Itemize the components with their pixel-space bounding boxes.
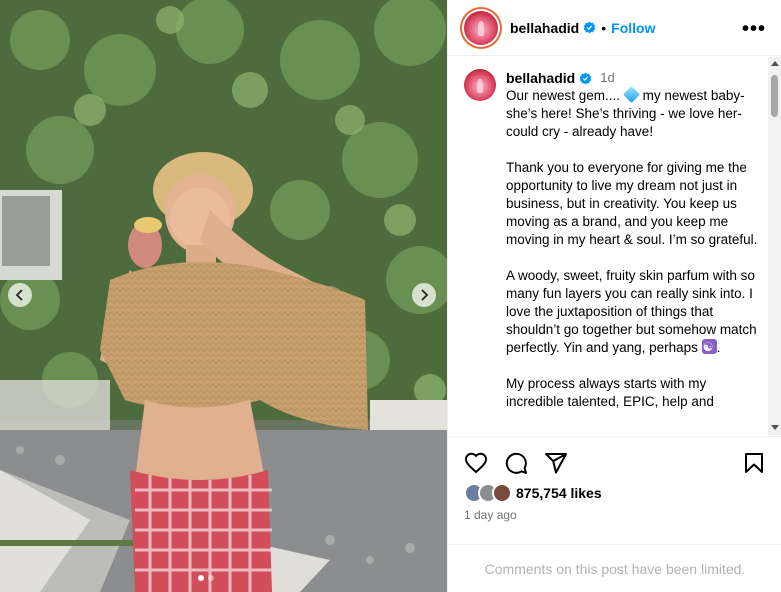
carousel-next-button[interactable] xyxy=(412,283,436,307)
caption-text: Our newest gem.... xyxy=(506,88,621,103)
chevron-left-icon xyxy=(15,289,23,301)
scroll-up-arrow-icon[interactable] xyxy=(771,61,779,66)
bookmark-icon xyxy=(745,453,763,473)
carousel-dot-active xyxy=(198,575,204,581)
separator-dot: • xyxy=(601,19,607,36)
caption: bellahadid 1d Our newest gem.... my newe… xyxy=(464,69,764,411)
carousel-dot xyxy=(208,575,214,581)
caption-paragraph-1: Our newest gem.... my newest baby- she’s… xyxy=(506,86,758,141)
caption-username[interactable]: bellahadid xyxy=(506,69,575,87)
post-photo[interactable] xyxy=(0,0,447,592)
caption-body: bellahadid 1d Our newest gem.... my newe… xyxy=(506,69,758,411)
caption-paragraph-2: Thank you to everyone for giving me the … xyxy=(506,160,758,247)
liker-avatar[interactable] xyxy=(492,483,512,503)
caption-author-avatar[interactable] xyxy=(464,69,496,101)
gem-emoji-icon xyxy=(622,86,640,103)
post-time[interactable]: 1d xyxy=(600,69,614,87)
caption-paragraph-3: A woody, sweet, fruity skin parfum with … xyxy=(506,267,758,357)
verified-badge-icon xyxy=(579,72,592,84)
chevron-right-icon xyxy=(421,289,429,301)
save-button[interactable] xyxy=(742,451,766,475)
action-icons xyxy=(464,451,568,475)
likes-row: 875,754 likes xyxy=(464,483,602,503)
photo-illustration xyxy=(0,0,447,592)
caption-header: bellahadid 1d xyxy=(506,69,758,87)
share-button[interactable] xyxy=(544,451,568,475)
verified-badge-icon xyxy=(583,21,596,34)
caption-paragraph-4: My process always starts with my incredi… xyxy=(506,376,714,409)
comment-bubble-icon xyxy=(505,452,527,474)
post-sidebar: bellahadid • Follow ••• bellahadid 1d Ou… xyxy=(447,0,781,592)
likes-count[interactable]: 875,754 likes xyxy=(516,485,602,501)
follow-button[interactable]: Follow xyxy=(611,20,655,36)
yin-yang-emoji-icon xyxy=(701,338,717,356)
comment-button[interactable] xyxy=(504,451,528,475)
post-actions: 875,754 likes 1 day ago xyxy=(448,436,781,544)
carousel-prev-button[interactable] xyxy=(8,283,32,307)
paper-plane-icon xyxy=(545,453,567,474)
caption-text: . xyxy=(716,340,721,355)
more-options-button[interactable]: ••• xyxy=(742,18,766,41)
comments-limited-notice: Comments on this post have been limited. xyxy=(448,544,781,592)
scroll-thumb[interactable] xyxy=(771,75,778,117)
comments-scrollbar[interactable] xyxy=(768,57,781,435)
liker-avatars xyxy=(464,483,512,503)
like-button[interactable] xyxy=(464,451,488,475)
posted-date[interactable]: 1 day ago xyxy=(464,508,517,522)
author-avatar[interactable] xyxy=(464,10,498,45)
post-header: bellahadid • Follow ••• xyxy=(448,0,781,56)
scroll-down-arrow-icon[interactable] xyxy=(771,425,779,430)
carousel-indicator xyxy=(198,575,214,581)
comments-section[interactable]: bellahadid 1d Our newest gem.... my newe… xyxy=(448,57,781,435)
author-username[interactable]: bellahadid xyxy=(510,20,579,36)
heart-icon xyxy=(464,452,488,474)
